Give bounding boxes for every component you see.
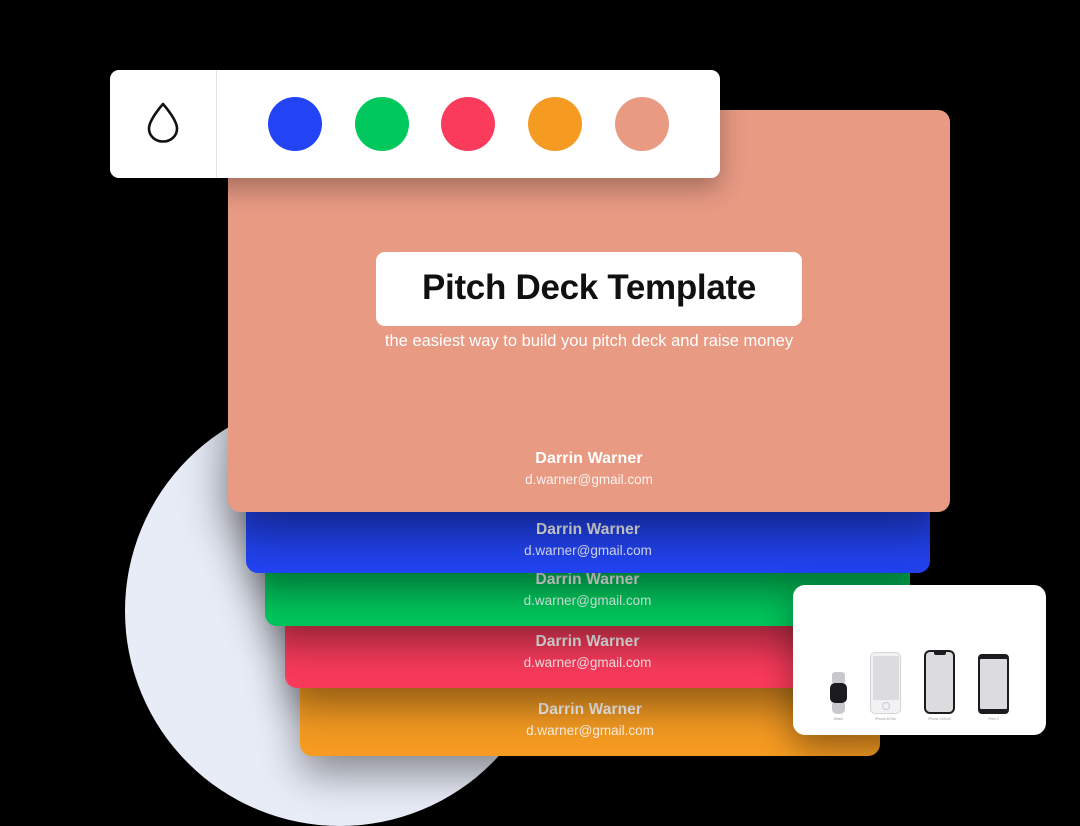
author-email: d.warner@gmail.com	[524, 542, 652, 558]
color-swatch-red[interactable]	[441, 97, 496, 151]
slide-credit: Darrin Warner d.warner@gmail.com	[228, 448, 950, 490]
device-mockup-panel[interactable]: Watch iPhone 8/7/6s iPhone 11/Xs/X Pixel…	[793, 585, 1046, 735]
device-pixel-3[interactable]: Pixel 3	[978, 654, 1009, 721]
author-name: Darrin Warner	[535, 450, 643, 467]
device-iphone-8[interactable]: iPhone 8/7/6s	[870, 652, 901, 721]
title-plate: Pitch Deck Template	[375, 252, 803, 326]
device-label: Pixel 3	[988, 717, 999, 721]
color-swatch-blue[interactable]	[267, 97, 322, 151]
iphone-x-icon	[924, 650, 955, 714]
subtitle: the easiest way to build you pitch deck …	[384, 332, 794, 350]
color-swatch-salmon[interactable]	[615, 97, 670, 151]
water-drop-icon	[144, 100, 182, 149]
device-watch[interactable]: Watch	[830, 672, 847, 721]
watch-icon	[830, 672, 847, 714]
drop-tool-button[interactable]	[110, 70, 217, 178]
page-title: Pitch Deck Template	[421, 268, 757, 307]
device-label: Watch	[833, 717, 844, 721]
device-row: Watch iPhone 8/7/6s iPhone 11/Xs/X Pixel…	[793, 599, 1046, 721]
color-toolbar	[110, 70, 720, 178]
slide-credit: Darrin Warner d.warner@gmail.com	[246, 520, 930, 561]
color-swatch-orange[interactable]	[528, 97, 583, 151]
device-label: iPhone 11/Xs/X	[927, 717, 952, 721]
iphone-8-icon	[870, 652, 901, 714]
device-label: iPhone 8/7/6s	[875, 717, 896, 721]
canvas-stage: Darrin Warner d.warner@gmail.com Darrin …	[0, 0, 1080, 826]
pixel-3-icon	[978, 654, 1009, 714]
device-iphone-x[interactable]: iPhone 11/Xs/X	[924, 650, 955, 721]
color-swatch-list	[217, 70, 720, 178]
author-name: Darrin Warner	[535, 521, 641, 538]
color-swatch-green[interactable]	[354, 97, 409, 151]
author-email: d.warner@gmail.com	[525, 471, 653, 487]
